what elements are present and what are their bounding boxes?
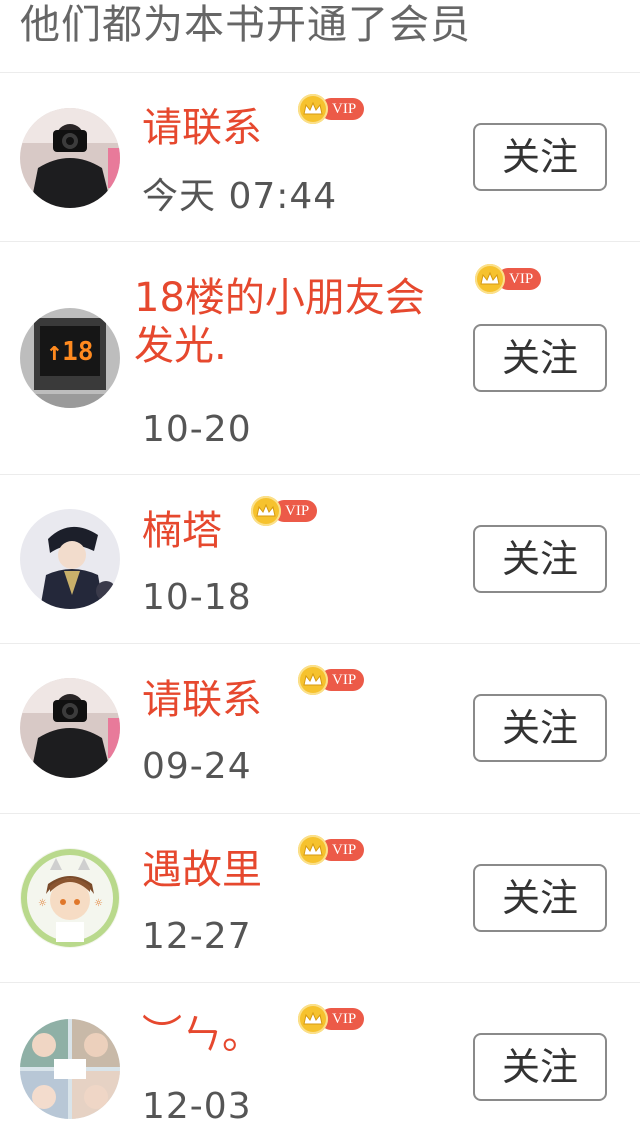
elevator-18-avatar-image: ↑18 [20,308,120,408]
member-name[interactable]: 请联系 [142,104,262,152]
member-name[interactable]: 请联系 [142,676,262,724]
svg-text:↑18: ↑18 [47,337,94,367]
member-row[interactable]: ↑18 18楼的小朋友会发光. VIP 10-20 关注 [0,242,640,475]
follow-button[interactable]: 关注 [473,1033,607,1101]
vip-badge: VIP [298,94,365,124]
camera-selfie-avatar-image [20,678,120,778]
vip-badge: VIP [475,264,542,294]
follow-button[interactable]: 关注 [473,694,607,762]
vip-badge: VIP [298,835,365,865]
member-name[interactable]: 遇故里 [142,846,262,894]
member-name[interactable]: 18楼的小朋友会发光. [134,274,434,370]
svg-text:☼: ☼ [94,898,103,909]
header: 他们都为本书开通了会员 [0,0,640,73]
member-avatar[interactable] [20,1019,120,1119]
anime-character-avatar-image [20,509,120,609]
follow-button[interactable]: 关注 [473,864,607,932]
cartoon-boy-avatar-image: ☼ ☼ [20,848,120,948]
follow-button[interactable]: 关注 [473,525,607,593]
page-title: 他们都为本书开通了会员 [20,2,471,48]
crown-icon [298,1004,328,1034]
crown-icon [251,496,281,526]
photo-collage-avatar-image [20,1019,120,1119]
member-row[interactable]: 楠塔 VIP 10-18 关注 [0,475,640,644]
member-avatar[interactable] [20,108,120,208]
member-row[interactable]: ︶ㄣ。 VIP 12-03 关注 [0,983,640,1138]
crown-icon [298,835,328,865]
member-name[interactable]: 楠塔 [142,507,222,555]
crown-icon [475,264,505,294]
crown-icon [298,94,328,124]
member-avatar[interactable] [20,678,120,778]
member-time: 今天 07:44 [142,176,338,217]
follow-button[interactable]: 关注 [473,123,607,191]
member-row[interactable]: ☼ ☼ 遇故里 VIP 12-27 关注 [0,814,640,983]
vip-badge: VIP [298,1004,365,1034]
member-time: 10-18 [142,577,252,618]
member-row[interactable]: 请联系 VIP 今天 07:44 关注 [0,73,640,242]
vip-badge: VIP [251,496,318,526]
member-time: 10-20 [142,409,252,450]
crown-icon [298,665,328,695]
svg-text:☼: ☼ [38,898,47,909]
follow-button[interactable]: 关注 [473,324,607,392]
member-avatar[interactable]: ↑18 [20,308,120,408]
vip-badge: VIP [298,665,365,695]
member-row[interactable]: 请联系 VIP 09-24 关注 [0,644,640,814]
member-avatar[interactable] [20,509,120,609]
member-time: 12-03 [142,1086,252,1127]
member-time: 09-24 [142,746,252,787]
camera-selfie-avatar-image [20,108,120,208]
member-time: 12-27 [142,916,252,957]
member-name[interactable]: ︶ㄣ。 [142,1011,262,1059]
member-avatar[interactable]: ☼ ☼ [20,848,120,948]
